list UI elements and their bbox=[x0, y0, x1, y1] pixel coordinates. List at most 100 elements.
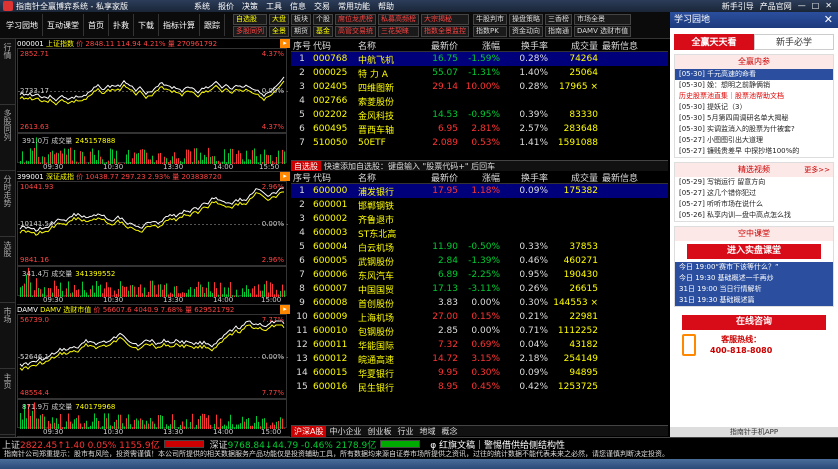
tool-strategy[interactable]: 操盘策略 bbox=[509, 13, 543, 25]
panel-close-icon[interactable]: ✕ bbox=[824, 12, 833, 28]
table-row[interactable]: 13 600012 皖通高速 14.72 3.15% 2.18% 254149 bbox=[291, 352, 668, 366]
tool-index-monitor[interactable]: 指数全景监控 bbox=[421, 25, 469, 37]
table-row[interactable]: 1 600000 浦发银行 17.95 1.18% 0.09% 175382 bbox=[291, 184, 668, 198]
menu-info[interactable]: 信息 bbox=[290, 1, 306, 12]
toolbar-indicator[interactable]: 指标计算 bbox=[159, 14, 200, 36]
col-index[interactable]: 序号 bbox=[291, 39, 313, 52]
class-item[interactable]: 31日 19:30 基础概述篇 bbox=[675, 295, 833, 306]
chart-expand-icon[interactable]: ▸ bbox=[280, 172, 290, 181]
menu-tools[interactable]: 工具 bbox=[266, 1, 282, 12]
class-item[interactable]: 今日 19:00“赛市下该等什么？” bbox=[675, 262, 833, 273]
tab-a-shares[interactable]: 沪深A股 bbox=[291, 425, 327, 437]
col-change[interactable]: 涨幅 bbox=[458, 39, 500, 52]
col-volume[interactable]: 成交量 bbox=[548, 39, 598, 52]
news-ticker[interactable]: φ 红旗文稿｜警惕借供给侧结构性 bbox=[430, 438, 565, 451]
table-row[interactable]: 9 600008 首创股份 3.83 0.00% 0.30% 144553 × bbox=[291, 296, 668, 310]
tool-block[interactable]: 大宗揭秘 bbox=[421, 13, 469, 25]
news-item[interactable]: 历史股票池直集｜股票池帮助文档 bbox=[675, 91, 833, 102]
table-row[interactable]: 15 600016 民生银行 8.95 0.45% 0.42% 1253725 bbox=[291, 380, 668, 394]
col-code[interactable]: 代码 bbox=[313, 39, 358, 52]
tool-znt[interactable]: 指南通 bbox=[545, 25, 572, 37]
tool-dragon[interactable]: 席位龙虎榜 bbox=[335, 13, 376, 25]
tool-three[interactable]: 三花契睐 bbox=[378, 25, 419, 37]
more-link[interactable]: 更多>> bbox=[804, 163, 830, 177]
product-site-link[interactable]: 产品官网 bbox=[760, 1, 792, 12]
table-row[interactable]: 5 600004 白云机场 11.90 -0.50% 0.33% 37853 bbox=[291, 240, 668, 254]
class-item[interactable]: 今日 19:30 基础概述一千再炒 bbox=[675, 273, 833, 284]
tab-beginner[interactable]: 新手必学 bbox=[754, 34, 834, 50]
col-volume[interactable]: 成交量 bbox=[548, 171, 598, 184]
table-row[interactable]: 14 600015 华夏银行 9.95 0.30% 0.09% 94895 bbox=[291, 366, 668, 380]
leftnav-intraday[interactable]: 分时走势 bbox=[0, 171, 15, 237]
news-item[interactable]: [05-27] 镰贱贵差早 中探抄塔100%的 bbox=[675, 146, 833, 157]
menu-common[interactable]: 常用功能 bbox=[338, 1, 370, 12]
chart-expand-icon[interactable]: ▸ bbox=[280, 39, 290, 48]
table-row[interactable]: 7 510050 50ETF 2.089 0.53% 1.41% 1591088 bbox=[291, 136, 668, 150]
leftnav-market[interactable]: 市场 bbox=[0, 303, 15, 369]
tool-damv[interactable]: DAMV 选财市值 bbox=[574, 25, 632, 37]
table-row[interactable]: 5 002202 金风科技 14.53 -0.95% 0.39% 83330 bbox=[291, 108, 668, 122]
col-news[interactable]: 最新信息 bbox=[598, 39, 658, 52]
enter-class-button[interactable]: 进入实盘课堂 bbox=[687, 244, 821, 259]
chart-shanghai[interactable]: 000001 上证指数 价 2848.11 114.94 4.21% 量 270… bbox=[17, 39, 290, 172]
tool-stock[interactable]: 个股 bbox=[313, 13, 333, 25]
col-turnover[interactable]: 换手率 bbox=[500, 39, 548, 52]
chart-expand-icon[interactable]: ▸ bbox=[280, 305, 290, 314]
new-user-guide-link[interactable]: 新手引导 bbox=[722, 1, 754, 12]
toolbar-track[interactable]: 跟踪 bbox=[200, 14, 225, 36]
toolbar-home[interactable]: 首页 bbox=[84, 14, 109, 36]
table-row[interactable]: 12 600011 华能国际 7.32 0.69% 0.04% 43182 bbox=[291, 338, 668, 352]
tab-chinext[interactable]: 创业板 bbox=[364, 426, 394, 437]
table-row[interactable]: 10 600009 上海机场 27.00 0.15% 0.21% 22981 bbox=[291, 310, 668, 324]
news-item[interactable]: [05-30] 提妖记（3） bbox=[675, 102, 833, 113]
tool-flow[interactable]: 资金动向 bbox=[509, 25, 543, 37]
col-index[interactable]: 序号 bbox=[291, 171, 313, 184]
col-change[interactable]: 涨幅 bbox=[458, 171, 500, 184]
table-row[interactable]: 11 600010 包钢股份 2.85 0.00% 0.71% 1112252 bbox=[291, 324, 668, 338]
col-name[interactable]: 名称 bbox=[358, 171, 408, 184]
minimize-button[interactable]: — bbox=[798, 1, 806, 12]
col-news[interactable]: 最新信息 bbox=[598, 171, 658, 184]
table-row[interactable]: 6 600495 晋西车轴 6.95 2.81% 2.57% 283648 bbox=[291, 122, 668, 136]
tool-sanxiang[interactable]: 三香榜 bbox=[545, 13, 572, 25]
table-row[interactable]: 2 000025 特 力 A 55.07 -1.31% 1.40% 25064 bbox=[291, 66, 668, 80]
tab-daily[interactable]: 全赢天天看 bbox=[674, 34, 754, 50]
col-code[interactable]: 代码 bbox=[313, 171, 358, 184]
table-row[interactable]: 8 600007 中国国贸 17.13 -3.11% 0.26% 26615 bbox=[291, 282, 668, 296]
table-row[interactable]: 3 002405 四维图新 29.14 10.00% 0.28% 17965 × bbox=[291, 80, 668, 94]
leftnav-quote[interactable]: 行情 bbox=[0, 39, 15, 105]
class-item[interactable]: 31日 19:00 当日行情解析 bbox=[675, 284, 833, 295]
tool-watchlist[interactable]: 自选股 bbox=[233, 13, 267, 25]
toolbar-interactive[interactable]: 互动课堂 bbox=[43, 14, 84, 36]
maximize-button[interactable]: □ bbox=[812, 1, 820, 12]
col-name[interactable]: 名称 bbox=[358, 39, 408, 52]
tab-sme[interactable]: 中小企业 bbox=[326, 426, 364, 437]
tool-futures[interactable]: 期货 bbox=[291, 25, 311, 37]
tool-market[interactable]: 大盘 bbox=[269, 13, 289, 25]
table-row[interactable]: 2 600001 邯郸钢铁 bbox=[291, 198, 668, 212]
tool-index-pk[interactable]: 指数PK bbox=[473, 25, 507, 37]
news-item[interactable]: [05-30] 实调监消入的股票为什被套? bbox=[675, 124, 833, 135]
tool-sector[interactable]: 板块 bbox=[291, 13, 311, 25]
leftnav-select[interactable]: 选股 bbox=[0, 237, 15, 303]
menu-decision[interactable]: 决策 bbox=[242, 1, 258, 12]
news-item[interactable]: [05-30] 千元高速的命看 bbox=[675, 69, 833, 80]
col-turnover[interactable]: 换手率 bbox=[500, 171, 548, 184]
table-row[interactable]: 7 600006 东风汽车 6.89 -2.25% 0.95% 190430 bbox=[291, 268, 668, 282]
toolbar-learning[interactable]: 学习园地 bbox=[2, 14, 43, 36]
tool-panorama[interactable]: 全景 bbox=[269, 25, 289, 37]
tab-region[interactable]: 地域 bbox=[416, 426, 438, 437]
mobile-app-link[interactable]: 指南针手机APP bbox=[670, 427, 838, 437]
leftnav-multi[interactable]: 多股同列 bbox=[0, 105, 15, 171]
tool-exec[interactable]: 高管交易统 bbox=[335, 25, 376, 37]
video-item[interactable]: [05-26] 私享内训—盘中高点怎么找 bbox=[675, 210, 833, 221]
tab-industry[interactable]: 行业 bbox=[394, 426, 416, 437]
tool-bull[interactable]: 牛股判市 bbox=[473, 13, 507, 25]
col-price[interactable]: 最新价 bbox=[408, 39, 458, 52]
table-row[interactable]: 3 600002 齐鲁退市 bbox=[291, 212, 668, 226]
online-consult-button[interactable]: 在线咨询 bbox=[682, 315, 826, 330]
tool-fund[interactable]: 基金 bbox=[313, 25, 333, 37]
news-item[interactable]: [05-30] 娩：想明之前静俩销 bbox=[675, 80, 833, 91]
menu-trade[interactable]: 交易 bbox=[314, 1, 330, 12]
video-item[interactable]: [05-27] 听听市场在说什么 bbox=[675, 199, 833, 210]
